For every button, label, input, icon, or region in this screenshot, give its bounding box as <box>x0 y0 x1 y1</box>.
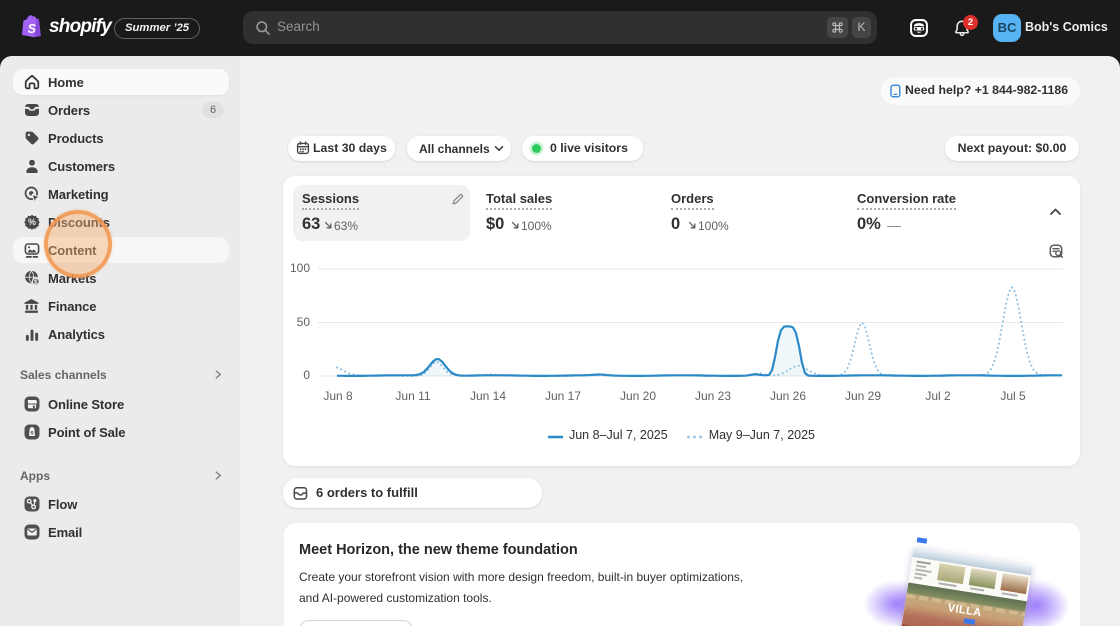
svg-text:%: % <box>28 217 36 227</box>
svg-text:s: s <box>30 429 34 436</box>
svg-text:S: S <box>28 22 37 36</box>
svg-text:$: $ <box>34 279 38 286</box>
